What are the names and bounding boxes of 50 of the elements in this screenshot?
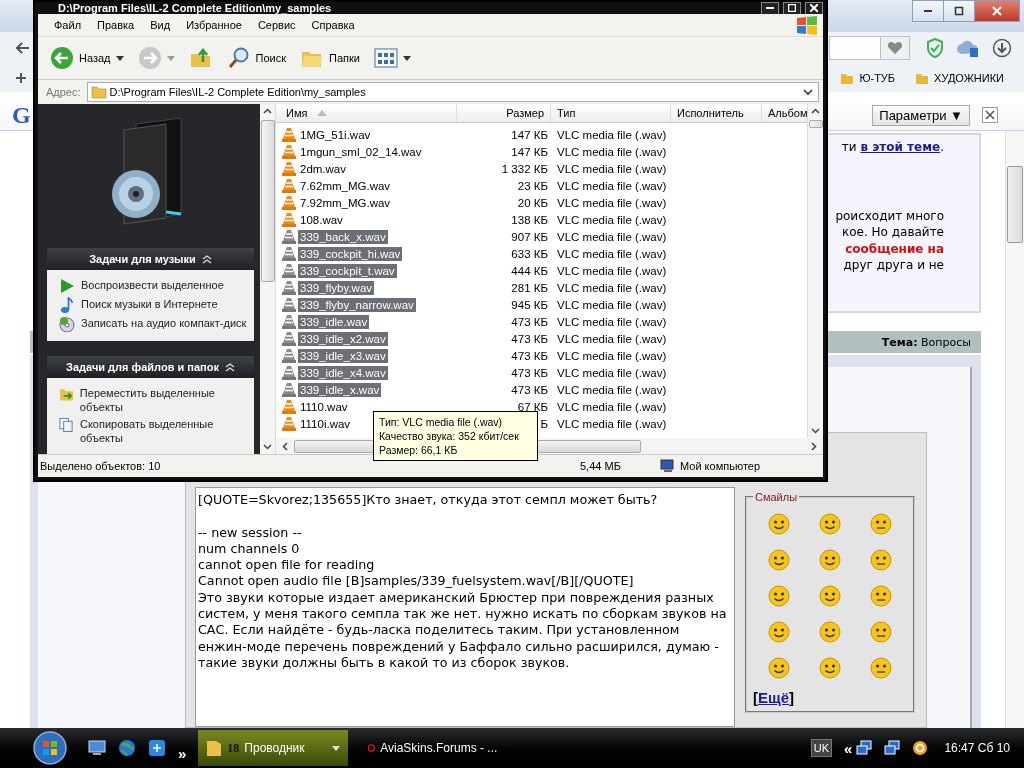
smilies-legend: Смайлы bbox=[753, 491, 800, 503]
file-size: 473 КБ bbox=[511, 383, 548, 396]
file-size: 1 332 КБ bbox=[501, 162, 548, 175]
post-text: друг друга и не bbox=[842, 257, 944, 274]
file-size: 945 КБ bbox=[511, 298, 548, 311]
file-size: 138 КБ bbox=[511, 213, 548, 226]
file-size: 473 КБ bbox=[511, 332, 548, 345]
file-size: 147 КБ bbox=[511, 145, 548, 158]
file-size: 473 КБ bbox=[511, 366, 548, 379]
post-text: кое. Но давайте bbox=[840, 224, 944, 241]
status-text: Выделено объектов: 10 bbox=[40, 460, 162, 472]
file-type: VLC media file (.wav) bbox=[557, 247, 667, 260]
file-type: VLC media file (.wav) bbox=[557, 281, 667, 294]
file-size: 633 КБ bbox=[511, 247, 548, 260]
tooltip-text: Размер: 66,1 КБ bbox=[379, 443, 459, 457]
file-type: VLC media file (.wav) bbox=[557, 383, 667, 396]
post-text: сообщение на bbox=[844, 240, 944, 257]
status-text: Мой компьютер bbox=[680, 460, 761, 472]
clock: 16:47 Сб 10 bbox=[944, 741, 1010, 755]
file-type: VLC media file (.wav) bbox=[557, 298, 667, 311]
file-size: 67 КБ bbox=[517, 400, 548, 413]
address-label: Адрес: bbox=[46, 86, 81, 98]
file-size: Б bbox=[540, 417, 548, 430]
file-size: 473 КБ bbox=[511, 315, 548, 328]
post-text: роисходит много bbox=[834, 207, 944, 224]
window-title: D:\Program Files\IL-2 Complete Edition\my_samples bbox=[57, 2, 332, 14]
file-size: 20 КБ bbox=[517, 196, 548, 209]
file-size: 281 КБ bbox=[511, 281, 548, 294]
file-size: 444 КБ bbox=[511, 264, 548, 277]
file-type: VLC media file (.wav) bbox=[557, 230, 667, 243]
file-type: VLC media file (.wav) bbox=[557, 162, 667, 175]
more-smilies-text: [Ещё] bbox=[753, 689, 795, 706]
file-type: VLC media file (.wav) bbox=[557, 400, 667, 413]
file-type: VLC media file (.wav) bbox=[557, 179, 667, 192]
file-size: 147 КБ bbox=[511, 128, 548, 141]
file-type: VLC media file (.wav) bbox=[557, 417, 667, 430]
file-type: VLC media file (.wav) bbox=[557, 128, 667, 141]
file-type: VLC media file (.wav) bbox=[557, 196, 667, 209]
file-type: VLC media file (.wav) bbox=[557, 315, 667, 328]
file-type: VLC media file (.wav) bbox=[557, 264, 667, 277]
tooltip-text: Качество звука: 352 кбит/сек bbox=[379, 429, 520, 443]
file-type: VLC media file (.wav) bbox=[557, 366, 667, 379]
file-type: VLC media file (.wav) bbox=[557, 332, 667, 345]
status-text: 5,44 МБ bbox=[580, 460, 622, 472]
file-type: VLC media file (.wav) bbox=[557, 145, 667, 158]
file-size: 23 КБ bbox=[517, 179, 548, 192]
file-type: VLC media file (.wav) bbox=[557, 213, 667, 226]
file-size: 907 КБ bbox=[511, 230, 548, 243]
toolbar-logo: G bbox=[12, 101, 31, 129]
tooltip-text: Тип: VLC media file (.wav) bbox=[379, 415, 504, 429]
